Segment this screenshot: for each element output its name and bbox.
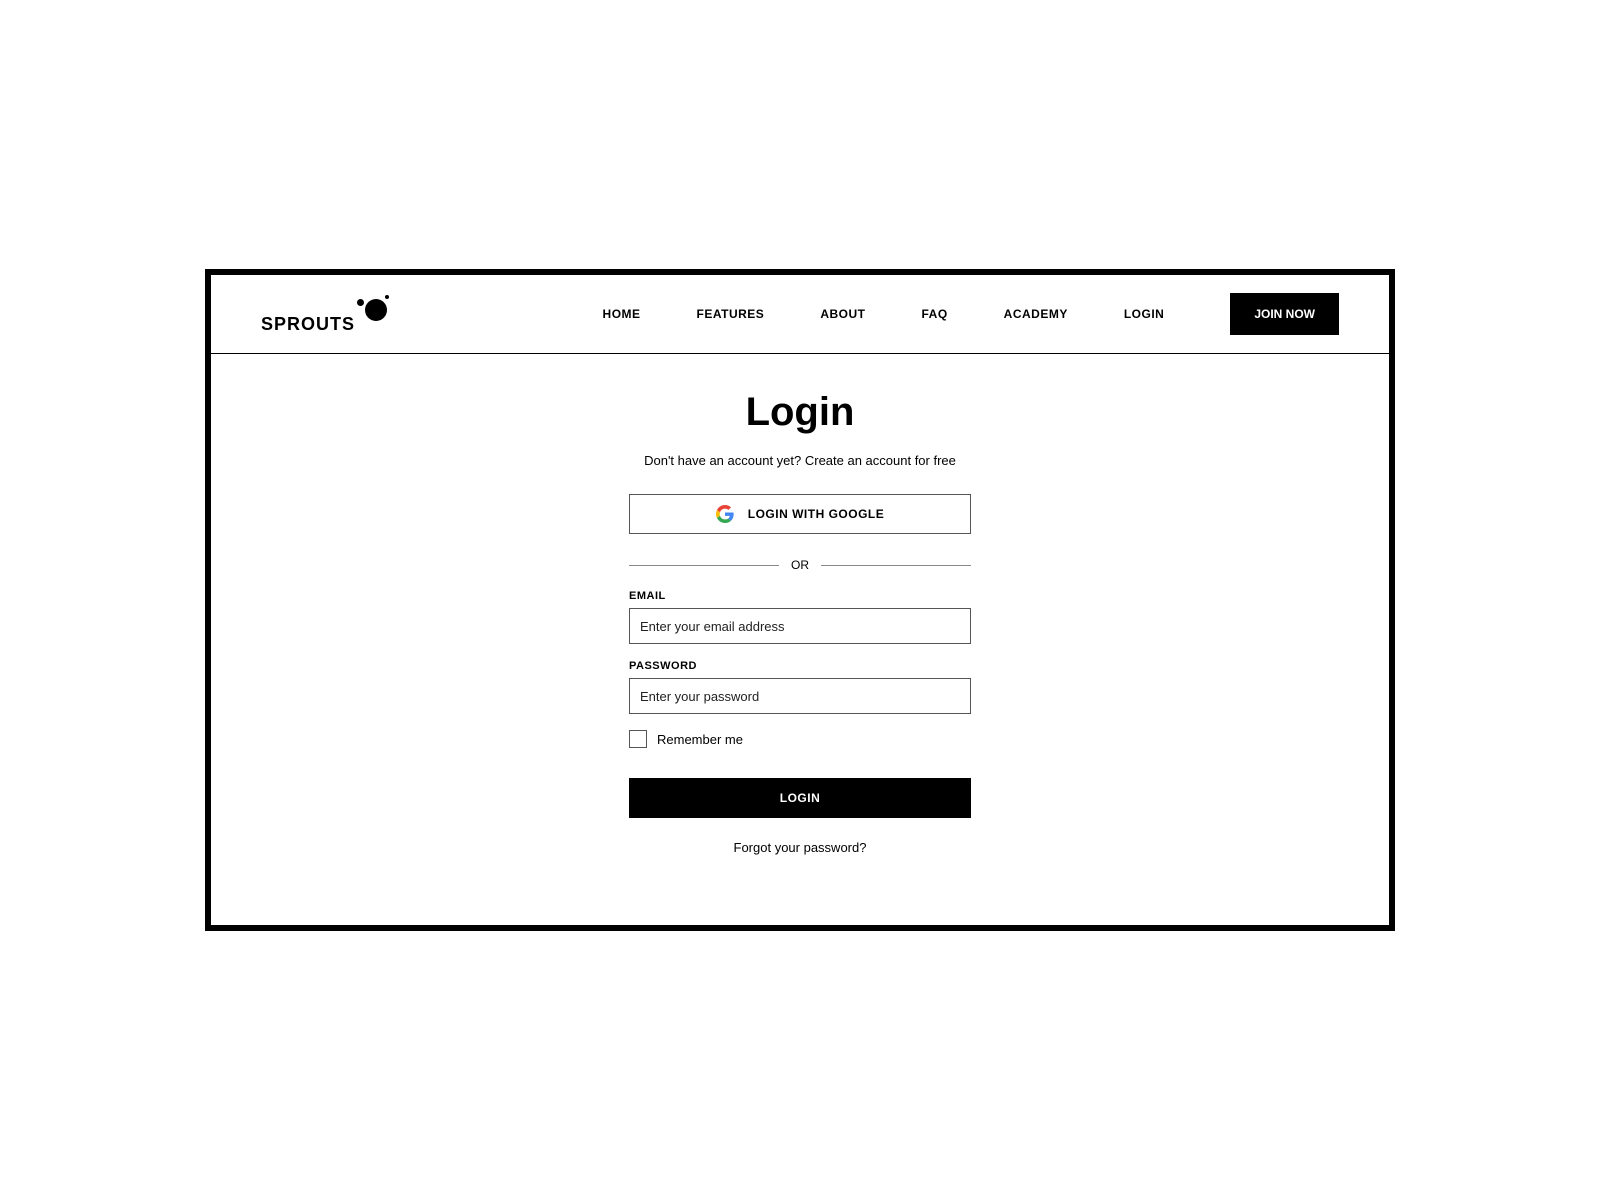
divider-text: OR <box>791 558 809 572</box>
divider: OR <box>629 558 971 572</box>
sprouts-icon <box>357 293 393 321</box>
login-form: LOGIN WITH GOOGLE OR EMAIL PASSWORD Reme… <box>629 494 971 855</box>
main-content: Login Don't have an account yet? Create … <box>211 354 1389 925</box>
password-input[interactable] <box>629 678 971 714</box>
remember-me-label: Remember me <box>657 732 743 747</box>
signup-prompt[interactable]: Don't have an account yet? Create an acc… <box>644 453 956 468</box>
remember-me-checkbox[interactable] <box>629 730 647 748</box>
brand-name: SPROUTS <box>261 314 355 335</box>
join-now-button[interactable]: JOIN NOW <box>1230 293 1339 335</box>
nav-login[interactable]: LOGIN <box>1124 307 1165 321</box>
nav-faq[interactable]: FAQ <box>921 307 947 321</box>
login-button[interactable]: LOGIN <box>629 778 971 818</box>
google-button-label: LOGIN WITH GOOGLE <box>748 507 885 521</box>
google-icon <box>716 505 734 523</box>
nav-academy[interactable]: ACADEMY <box>1004 307 1068 321</box>
header: SPROUTS HOME FEATURES ABOUT FAQ ACADEMY … <box>211 275 1389 354</box>
page-title: Login <box>746 390 855 435</box>
nav-features[interactable]: FEATURES <box>697 307 765 321</box>
brand-logo[interactable]: SPROUTS <box>261 293 393 335</box>
forgot-password-link[interactable]: Forgot your password? <box>629 840 971 855</box>
email-label: EMAIL <box>629 590 971 602</box>
email-input[interactable] <box>629 608 971 644</box>
remember-me-row: Remember me <box>629 730 971 748</box>
divider-line-left <box>629 565 779 566</box>
divider-line-right <box>821 565 971 566</box>
nav-about[interactable]: ABOUT <box>820 307 865 321</box>
app-frame: SPROUTS HOME FEATURES ABOUT FAQ ACADEMY … <box>205 269 1395 931</box>
password-label: PASSWORD <box>629 660 971 672</box>
nav-home[interactable]: HOME <box>603 307 641 321</box>
login-with-google-button[interactable]: LOGIN WITH GOOGLE <box>629 494 971 534</box>
main-nav: HOME FEATURES ABOUT FAQ ACADEMY LOGIN JO… <box>603 293 1339 335</box>
